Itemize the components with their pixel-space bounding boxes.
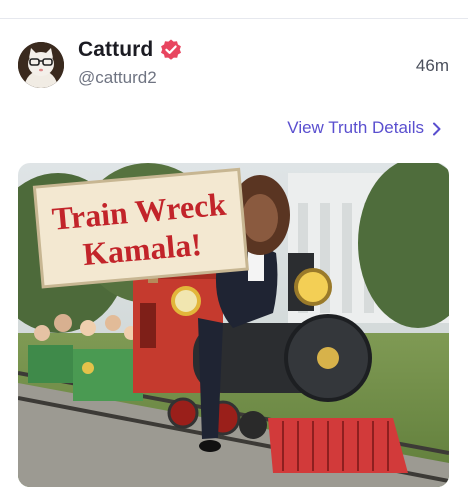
chevron-right-icon	[432, 121, 442, 136]
author-name-row: Catturd	[78, 38, 183, 62]
train-illustration: Train Wreck Kamala!	[18, 163, 449, 487]
post-timestamp: 46m	[415, 56, 449, 75]
avatar[interactable]	[18, 42, 64, 88]
author-display-name[interactable]: Catturd	[78, 38, 153, 62]
author-handle[interactable]: @catturd2	[78, 68, 157, 88]
post-media-image[interactable]: Train Wreck Kamala!	[18, 163, 449, 487]
view-truth-details-link[interactable]: View Truth Details	[287, 118, 442, 138]
top-divider	[0, 18, 468, 19]
verified-badge-icon	[159, 38, 183, 62]
view-truth-details-label: View Truth Details	[287, 118, 424, 137]
cat-avatar-icon	[18, 42, 64, 88]
